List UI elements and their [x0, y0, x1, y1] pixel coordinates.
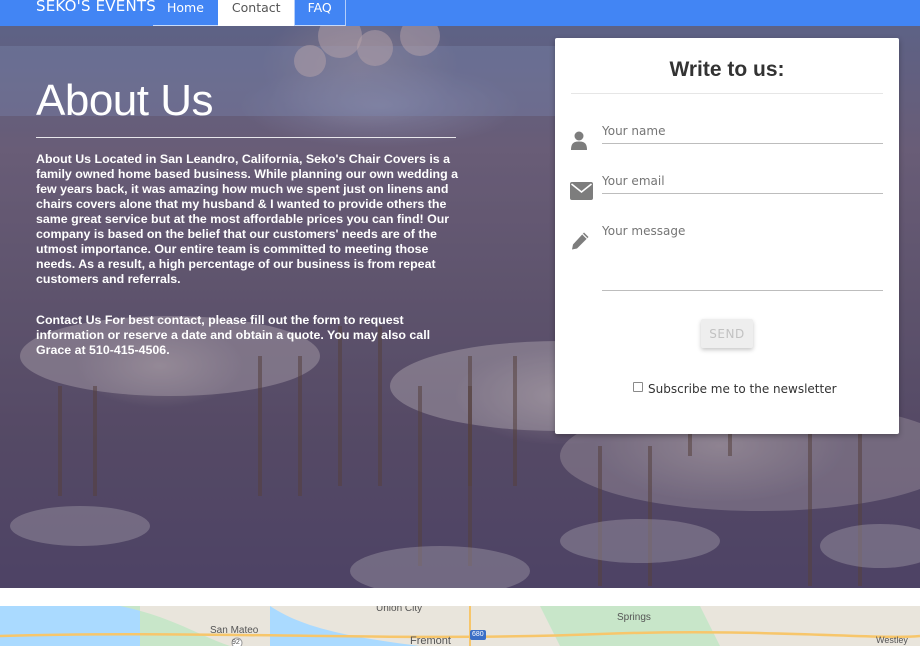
location-map[interactable]: Union City San Mateo Fremont Springs Wes…: [0, 606, 920, 646]
nav-item-home[interactable]: Home: [153, 0, 218, 26]
nav-item-contact[interactable]: Contact: [217, 0, 294, 26]
envelope-icon: [570, 182, 593, 200]
highway-680-shield: 680: [472, 631, 484, 638]
nav-menu: Home Contact FAQ: [153, 0, 346, 26]
page-title: About Us: [36, 76, 213, 125]
name-input-underline: [602, 143, 883, 144]
form-title-divider: [571, 93, 883, 94]
pencil-icon: [572, 232, 589, 250]
title-divider: [36, 137, 456, 138]
user-icon: [571, 131, 587, 150]
form-title: Write to us:: [669, 58, 785, 81]
message-textarea-underline: [602, 290, 883, 291]
highway-92-shield: 92: [232, 639, 240, 646]
email-input-underline: [602, 193, 883, 194]
map-label-westley: Westley: [876, 635, 908, 645]
newsletter-checkbox[interactable]: [633, 382, 643, 392]
brand-logo[interactable]: SEKO'S EVENTS: [36, 0, 156, 15]
map-label-san-mateo: San Mateo: [210, 625, 259, 636]
map-image: [0, 606, 920, 646]
newsletter-label[interactable]: Subscribe me to the newsletter: [648, 382, 837, 396]
map-label-springs: Springs: [617, 612, 651, 623]
email-input[interactable]: Your email: [602, 174, 665, 188]
top-navbar: SEKO'S EVENTS Home Contact FAQ: [0, 0, 920, 26]
nav-item-faq[interactable]: FAQ: [293, 0, 346, 26]
contact-paragraph: Contact Us For best contact, please fill…: [36, 313, 431, 357]
message-textarea[interactable]: Your message: [602, 224, 685, 238]
send-button[interactable]: SEND: [701, 319, 753, 348]
name-input[interactable]: Your name: [602, 124, 665, 138]
map-label-fremont: Fremont: [410, 635, 451, 646]
about-paragraph: About Us Located in San Leandro, Califor…: [36, 152, 459, 286]
newsletter-option: Subscribe me to the newsletter: [633, 382, 837, 396]
contact-form-card: Write to us: Your name Your email Your m…: [555, 38, 899, 434]
map-label-union-city: Union City: [376, 606, 423, 614]
